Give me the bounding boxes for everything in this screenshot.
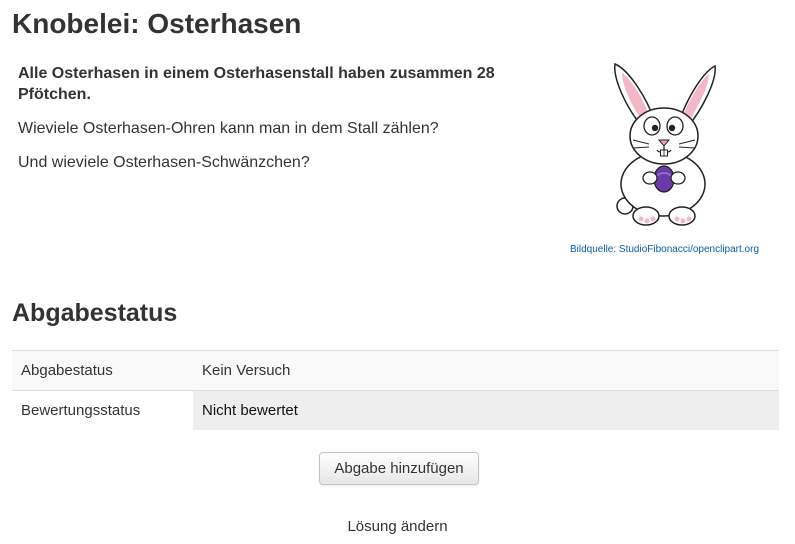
grading-status-label: Bewertungsstatus xyxy=(12,390,193,430)
image-credit-link[interactable]: Bildquelle: StudioFibonacci/openclipart.… xyxy=(570,244,759,255)
status-label: Abgabestatus xyxy=(12,350,193,391)
task-question-ears: Wieviele Osterhasen-Ohren kann man in de… xyxy=(18,120,439,137)
task-description: Alle Osterhasen in einem Osterhasenstall… xyxy=(18,63,558,186)
change-solution-link[interactable]: Lösung ändern xyxy=(0,518,795,535)
add-submission-button[interactable]: Abgabe hinzufügen xyxy=(319,452,479,485)
submission-status-heading: Abgabestatus xyxy=(12,299,178,327)
table-row: Bewertungsstatus Nicht bewertet xyxy=(12,390,779,430)
submission-status-table: Abgabestatus Kein Versuch Bewertungsstat… xyxy=(12,350,779,430)
page-title: Knobelei: Osterhasen xyxy=(12,8,302,39)
easter-bunny-icon xyxy=(614,62,716,226)
task-question-tails: Und wieviele Osterhasen-Schwänzchen? xyxy=(18,154,310,171)
table-row: Abgabestatus Kein Versuch xyxy=(12,350,779,391)
grading-status-value: Nicht bewertet xyxy=(193,390,779,430)
status-value: Kein Versuch xyxy=(193,350,779,391)
task-statement: Alle Osterhasen in einem Osterhasenstall… xyxy=(18,65,495,103)
